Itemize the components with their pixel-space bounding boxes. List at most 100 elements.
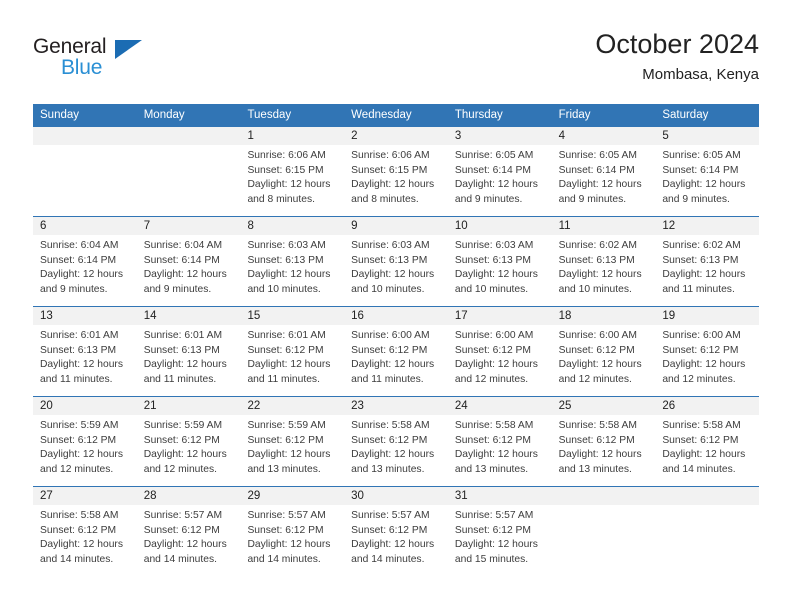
- sunset-text: Sunset: 6:13 PM: [351, 254, 428, 266]
- sunset-text: Sunset: 6:12 PM: [662, 344, 739, 356]
- day-cell[interactable]: 31 Sunrise: 5:57 AM Sunset: 6:12 PM Dayligh…: [447, 487, 552, 576]
- day-cell[interactable]: 2 Sunrise: 6:06 AM Sunset: 6:15 PM Daylight…: [344, 127, 448, 216]
- day-cell[interactable]: 30 Sunrise: 5:57 AM Sunset: 6:12 PM Dayligh…: [344, 487, 448, 576]
- day-cell[interactable]: 3 Sunrise: 6:05 AM Sunset: 6:14 PM Daylight…: [447, 127, 552, 216]
- sunrise-text: Sunrise: 6:03 AM: [351, 240, 430, 251]
- daylight-text-line1: Daylight: 12 hours: [351, 269, 435, 281]
- day-info: Sunrise: 6:05 AM Sunset: 6:14 PM Daylight:…: [448, 145, 552, 207]
- daylight-text-line1: Daylight: 12 hours: [247, 179, 331, 191]
- day-cell[interactable]: 17 Sunrise: 6:00 AM Sunset: 6:12 PM Dayligh…: [447, 307, 552, 396]
- daylight-text-line1: Daylight: 12 hours: [454, 179, 538, 191]
- day-number: 12: [655, 217, 760, 235]
- day-number: 19: [655, 307, 760, 325]
- daylight-text-line2: and 12 minutes.: [40, 463, 114, 475]
- day-cell[interactable]: 7 Sunrise: 6:04 AM Sunset: 6:14 PM Daylight…: [136, 217, 241, 306]
- day-cell-empty: [551, 487, 656, 576]
- day-cell[interactable]: 20 Sunrise: 5:59 AM Sunset: 6:12 PM Dayligh…: [33, 397, 137, 486]
- sunset-text: Sunset: 6:15 PM: [351, 164, 428, 176]
- day-cell[interactable]: 10 Sunrise: 6:03 AM Sunset: 6:13 PM Dayligh…: [447, 217, 552, 306]
- day-cell[interactable]: 24 Sunrise: 5:58 AM Sunset: 6:12 PM Dayligh…: [447, 397, 552, 486]
- day-number: [655, 487, 760, 505]
- daylight-text-line1: Daylight: 12 hours: [40, 269, 123, 281]
- day-cell[interactable]: 4 Sunrise: 6:05 AM Sunset: 6:14 PM Daylight…: [551, 127, 656, 216]
- sunrise-text: Sunrise: 5:57 AM: [351, 510, 430, 521]
- daylight-text-line2: and 10 minutes.: [558, 283, 632, 295]
- daylight-text-line1: Daylight: 12 hours: [247, 449, 331, 461]
- day-cell[interactable]: 11 Sunrise: 6:02 AM Sunset: 6:13 PM Dayligh…: [551, 217, 656, 306]
- daylight-text-line2: and 9 minutes.: [558, 193, 627, 205]
- day-info: Sunrise: 5:58 AM Sunset: 6:12 PM Daylight:…: [33, 505, 137, 567]
- daylight-text-line2: and 8 minutes.: [351, 193, 419, 205]
- day-number: 31: [447, 487, 552, 505]
- day-cell[interactable]: 13 Sunrise: 6:01 AM Sunset: 6:13 PM Dayligh…: [33, 307, 137, 396]
- daylight-text-line2: and 13 minutes.: [558, 463, 632, 475]
- daylight-text-line1: Daylight: 12 hours: [558, 449, 642, 461]
- day-number: 13: [33, 307, 137, 325]
- daylight-text-line2: and 11 minutes.: [247, 373, 320, 385]
- daylight-text-line2: and 12 minutes.: [662, 373, 736, 385]
- day-cell[interactable]: 26 Sunrise: 5:58 AM Sunset: 6:12 PM Dayligh…: [655, 397, 760, 486]
- day-info: Sunrise: 5:59 AM Sunset: 6:12 PM Daylight:…: [33, 415, 137, 477]
- sunrise-text: Sunrise: 6:00 AM: [454, 330, 534, 341]
- day-number: 23: [344, 397, 448, 415]
- day-info: Sunrise: 6:03 AM Sunset: 6:13 PM Daylight:…: [344, 235, 448, 297]
- day-info: Sunrise: 6:00 AM Sunset: 6:12 PM Daylight:…: [344, 325, 448, 387]
- day-info: Sunrise: 5:58 AM Sunset: 6:12 PM Daylight:…: [448, 415, 552, 477]
- day-cell[interactable]: 5 Sunrise: 6:05 AM Sunset: 6:14 PM Daylight…: [655, 127, 760, 216]
- day-cell[interactable]: 15 Sunrise: 6:01 AM Sunset: 6:12 PM Dayligh…: [240, 307, 345, 396]
- daylight-text-line1: Daylight: 12 hours: [454, 269, 538, 281]
- daylight-text-line2: and 9 minutes.: [143, 283, 212, 295]
- day-number: 17: [447, 307, 552, 325]
- day-number: 11: [551, 217, 656, 235]
- sunrise-text: Sunrise: 6:00 AM: [351, 330, 430, 341]
- day-cell[interactable]: 19 Sunrise: 6:00 AM Sunset: 6:12 PM Dayligh…: [655, 307, 760, 396]
- day-number: 4: [551, 127, 656, 145]
- day-info: Sunrise: 6:02 AM Sunset: 6:13 PM Daylight:…: [655, 235, 759, 297]
- daylight-text-line1: Daylight: 12 hours: [143, 269, 227, 281]
- day-cell[interactable]: 9 Sunrise: 6:03 AM Sunset: 6:13 PM Daylight…: [344, 217, 448, 306]
- day-info: Sunrise: 6:04 AM Sunset: 6:14 PM Daylight:…: [137, 235, 241, 297]
- sunrise-text: Sunrise: 6:02 AM: [558, 240, 638, 251]
- day-cell[interactable]: 12 Sunrise: 6:02 AM Sunset: 6:13 PM Dayligh…: [655, 217, 760, 306]
- day-cell[interactable]: 1 Sunrise: 6:06 AM Sunset: 6:15 PM Daylight…: [240, 127, 345, 216]
- day-cell[interactable]: 18 Sunrise: 6:00 AM Sunset: 6:12 PM Dayligh…: [551, 307, 656, 396]
- sunrise-text: Sunrise: 6:02 AM: [662, 240, 741, 251]
- day-number: 30: [344, 487, 448, 505]
- day-cell-empty: [33, 127, 137, 216]
- day-cell[interactable]: 29 Sunrise: 5:57 AM Sunset: 6:12 PM Dayligh…: [240, 487, 345, 576]
- daylight-text-line1: Daylight: 12 hours: [351, 449, 435, 461]
- sunrise-text: Sunrise: 6:05 AM: [662, 150, 741, 161]
- daylight-text-line1: Daylight: 12 hours: [351, 359, 435, 371]
- daylight-text-line2: and 12 minutes.: [143, 463, 217, 475]
- sunrise-text: Sunrise: 5:57 AM: [143, 510, 223, 521]
- day-cell[interactable]: 22 Sunrise: 5:59 AM Sunset: 6:12 PM Dayligh…: [240, 397, 345, 486]
- sunrise-text: Sunrise: 5:58 AM: [662, 420, 741, 431]
- week-row: 13 Sunrise: 6:01 AM Sunset: 6:13 PM Dayligh…: [33, 306, 760, 396]
- day-cell[interactable]: 27 Sunrise: 5:58 AM Sunset: 6:12 PM Dayligh…: [33, 487, 137, 576]
- sunset-text: Sunset: 6:14 PM: [558, 164, 635, 176]
- sunset-text: Sunset: 6:14 PM: [143, 254, 220, 266]
- sunrise-text: Sunrise: 6:04 AM: [143, 240, 223, 251]
- week-row: 20 Sunrise: 5:59 AM Sunset: 6:12 PM Dayligh…: [33, 396, 760, 486]
- sunrise-text: Sunrise: 5:58 AM: [40, 510, 119, 521]
- day-info: Sunrise: 6:06 AM Sunset: 6:15 PM Daylight:…: [240, 145, 344, 207]
- day-number: 6: [33, 217, 137, 235]
- sunset-text: Sunset: 6:12 PM: [558, 434, 635, 446]
- sunset-text: Sunset: 6:14 PM: [662, 164, 739, 176]
- day-cell[interactable]: 6 Sunrise: 6:04 AM Sunset: 6:14 PM Daylight…: [33, 217, 137, 306]
- week-row: 1 Sunrise: 6:06 AM Sunset: 6:15 PM Daylight…: [33, 127, 760, 216]
- sunrise-text: Sunrise: 5:58 AM: [454, 420, 534, 431]
- day-cell[interactable]: 16 Sunrise: 6:00 AM Sunset: 6:12 PM Dayligh…: [344, 307, 448, 396]
- day-cell[interactable]: 23 Sunrise: 5:58 AM Sunset: 6:12 PM Dayligh…: [344, 397, 448, 486]
- day-cell[interactable]: 14 Sunrise: 6:01 AM Sunset: 6:13 PM Dayligh…: [136, 307, 241, 396]
- day-number: 18: [551, 307, 656, 325]
- daylight-text-line2: and 10 minutes.: [351, 283, 425, 295]
- day-cell[interactable]: 28 Sunrise: 5:57 AM Sunset: 6:12 PM Dayligh…: [136, 487, 241, 576]
- day-cell[interactable]: 8 Sunrise: 6:03 AM Sunset: 6:13 PM Daylight…: [240, 217, 345, 306]
- day-cell[interactable]: 21 Sunrise: 5:59 AM Sunset: 6:12 PM Dayligh…: [136, 397, 241, 486]
- daylight-text-line2: and 9 minutes.: [662, 193, 730, 205]
- sunrise-text: Sunrise: 6:05 AM: [454, 150, 534, 161]
- sunset-text: Sunset: 6:12 PM: [143, 434, 220, 446]
- day-cell[interactable]: 25 Sunrise: 5:58 AM Sunset: 6:12 PM Dayligh…: [551, 397, 656, 486]
- day-info: Sunrise: 6:05 AM Sunset: 6:14 PM Daylight:…: [655, 145, 759, 207]
